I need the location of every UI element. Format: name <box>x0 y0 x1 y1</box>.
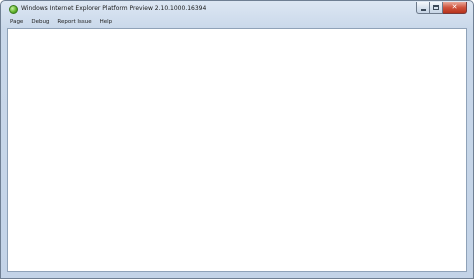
maximize-button[interactable] <box>430 2 443 14</box>
caption-buttons: ✕ <box>416 2 467 14</box>
close-button[interactable]: ✕ <box>443 2 467 14</box>
window-title: Windows Internet Explorer Platform Previ… <box>21 5 207 12</box>
menu-bar: Page Debug Report Issue Help <box>7 18 467 27</box>
close-icon: ✕ <box>451 3 458 11</box>
menu-item-help[interactable]: Help <box>97 18 116 27</box>
menu-item-debug[interactable]: Debug <box>28 18 52 27</box>
minimize-button[interactable] <box>416 2 430 14</box>
ie-preview-icon[interactable] <box>9 5 18 14</box>
menu-item-page[interactable]: Page <box>7 18 26 27</box>
maximize-icon <box>433 5 439 10</box>
browser-window: Windows Internet Explorer Platform Previ… <box>0 0 474 279</box>
page-content-area[interactable] <box>7 28 467 272</box>
title-bar[interactable]: Windows Internet Explorer Platform Previ… <box>1 1 473 18</box>
menu-item-report-issue[interactable]: Report Issue <box>54 18 94 27</box>
minimize-icon <box>420 8 426 11</box>
